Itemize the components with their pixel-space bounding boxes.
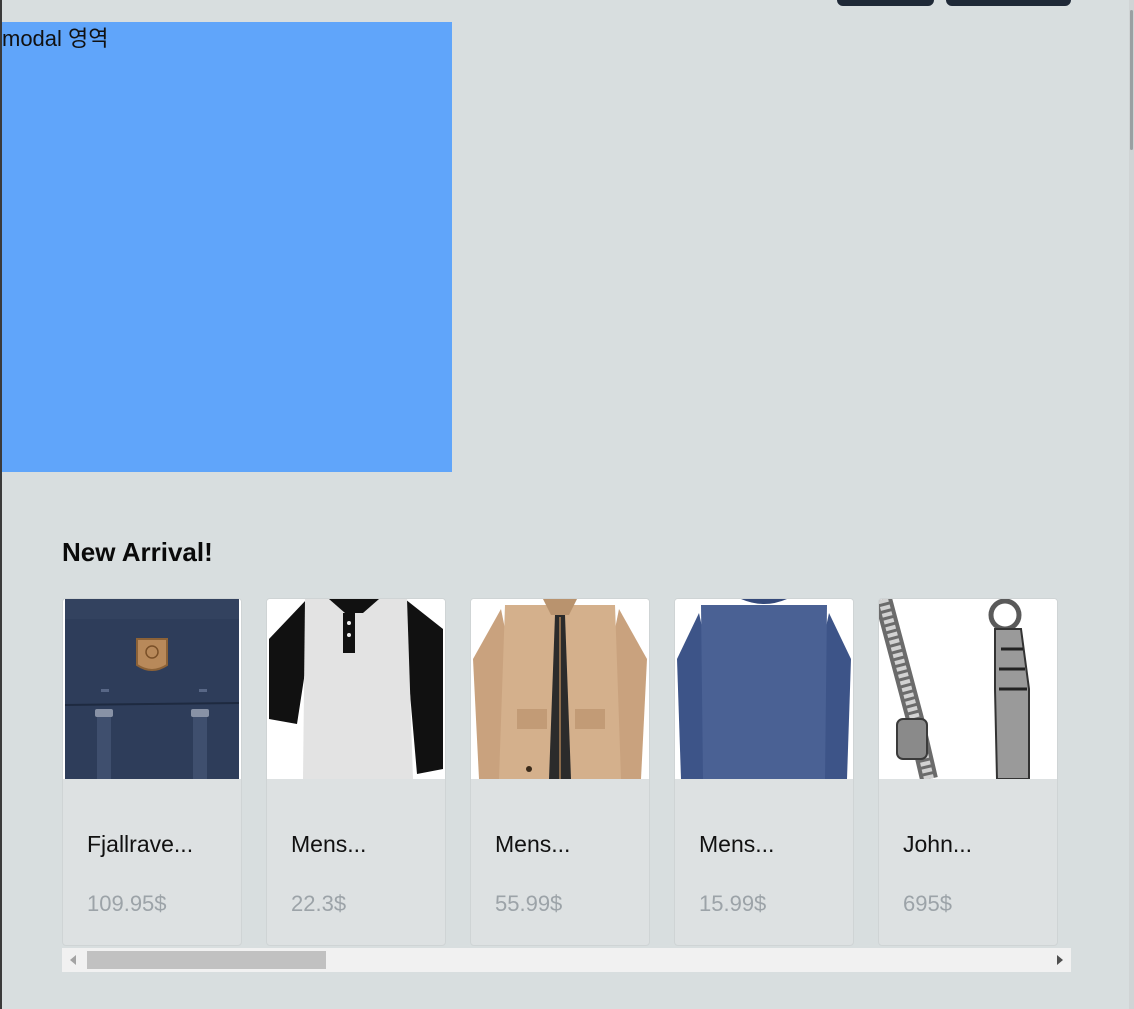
product-name[interactable]: Mens... (495, 831, 570, 858)
page-scrollbar[interactable] (1129, 0, 1134, 1009)
product-card[interactable]: John... 695$ (878, 598, 1058, 946)
product-name[interactable]: Mens... (699, 831, 774, 858)
product-card[interactable]: Mens... 15.99$ (674, 598, 854, 946)
product-image-tshirt[interactable] (267, 599, 445, 779)
carousel-scrollbar[interactable] (62, 948, 1071, 972)
page-scrollbar-thumb[interactable] (1130, 10, 1133, 150)
product-name[interactable]: Fjallrave... (87, 831, 193, 858)
modal-area: modal 영역 (2, 22, 452, 472)
header-button-1[interactable] (837, 0, 934, 6)
product-price: 55.99$ (495, 891, 563, 916)
scroll-left-icon[interactable] (70, 955, 76, 965)
scroll-right-icon[interactable] (1057, 955, 1063, 965)
product-price: 695$ (903, 891, 952, 916)
section-title: New Arrival! (62, 537, 213, 567)
product-card[interactable]: Mens... 55.99$ (470, 598, 650, 946)
product-price: 15.99$ (699, 891, 767, 916)
product-image-jacket[interactable] (471, 599, 649, 779)
header-button-2[interactable] (946, 0, 1071, 6)
modal-label: modal 영역 (2, 26, 109, 51)
product-name[interactable]: John... (903, 831, 972, 858)
product-image-bracelet[interactable] (879, 599, 1057, 779)
product-price: 109.95$ (87, 891, 167, 916)
product-name[interactable]: Mens... (291, 831, 366, 858)
product-carousel: Fjallrave... 109.95$ Mens... 22.3$ Mens.… (62, 598, 1071, 946)
product-price: 22.3$ (291, 891, 347, 916)
product-image-backpack[interactable] (63, 599, 241, 779)
product-card[interactable]: Fjallrave... 109.95$ (62, 598, 242, 946)
product-image-longsleeve[interactable] (675, 599, 853, 779)
carousel-scrollbar-thumb[interactable] (87, 951, 326, 969)
product-card[interactable]: Mens... 22.3$ (266, 598, 446, 946)
